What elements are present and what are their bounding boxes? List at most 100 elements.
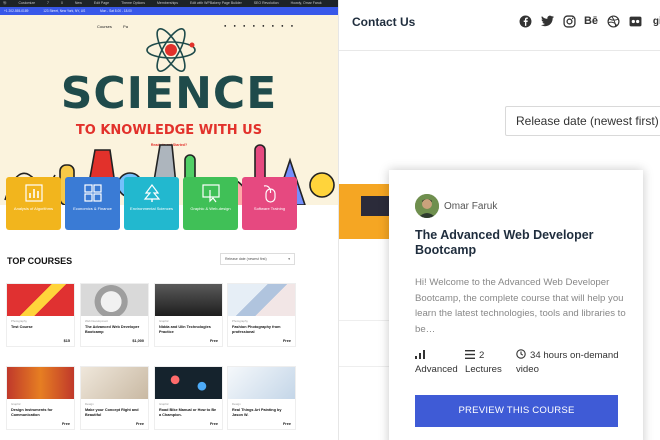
grid-icon bbox=[83, 184, 102, 202]
instagram-icon[interactable] bbox=[562, 14, 576, 28]
course-card[interactable]: Web Development The Advanced Web Develop… bbox=[80, 283, 149, 347]
nav-courses[interactable]: Courses bbox=[97, 24, 112, 29]
duration-text-2: video bbox=[516, 364, 539, 375]
course-thumbnail bbox=[155, 367, 222, 399]
category-label: Graphic & Web-design bbox=[190, 206, 231, 211]
course-card[interactable]: Graphic Design Instruments for Communica… bbox=[6, 366, 75, 430]
contact-us-link[interactable]: Contact Us bbox=[352, 15, 415, 29]
wp-logo-icon[interactable]: Ⓦ bbox=[3, 1, 7, 5]
sort-select[interactable]: Release date (newest first) bbox=[505, 106, 660, 136]
category-environmental[interactable]: Environmental Sciences bbox=[124, 177, 179, 230]
course-title[interactable]: Real Things Art Painting by Jason W. bbox=[232, 408, 291, 419]
author-photo bbox=[415, 194, 439, 218]
preview-course-button[interactable]: PREVIEW THIS COURSE bbox=[415, 395, 618, 427]
course-price: Free bbox=[282, 339, 291, 343]
course-category: Graphic bbox=[159, 402, 169, 406]
category-software[interactable]: Software Training bbox=[242, 177, 297, 230]
background-course-thumbnail bbox=[339, 184, 389, 239]
facebook-icon[interactable] bbox=[518, 14, 532, 28]
topbar-address: 123 Street, New York, NY, US bbox=[43, 9, 86, 13]
twitter-icon[interactable] bbox=[540, 14, 554, 28]
wpbar-comments[interactable]: 0 bbox=[61, 1, 63, 5]
course-category: Graphic bbox=[159, 319, 169, 323]
course-title[interactable]: The Advanced Web Developer Bootcamp bbox=[85, 325, 144, 336]
clock-icon bbox=[516, 349, 526, 359]
course-category: Photography bbox=[11, 319, 27, 323]
level-label: Advanced bbox=[415, 364, 458, 375]
course-category: Design bbox=[232, 402, 241, 406]
wpbar-memberships[interactable]: Memberships bbox=[157, 1, 178, 5]
course-card[interactable]: Graphic Road Bike Manual or How to Be a … bbox=[154, 366, 223, 430]
category-analysis[interactable]: Analysis of Algorithms bbox=[6, 177, 61, 230]
github-icon[interactable]: git bbox=[650, 14, 660, 28]
topbar-phone[interactable]: +1 202-555-0189 bbox=[4, 9, 28, 13]
cursor-icon bbox=[201, 184, 220, 203]
nav-pages[interactable]: Pa bbox=[123, 24, 128, 29]
tree-icon bbox=[143, 184, 160, 202]
course-price: Free bbox=[209, 339, 218, 343]
nav-social-icons[interactable]: ● ● ● ● ● ● ● ● bbox=[224, 23, 296, 28]
category-economics[interactable]: Economics & Finance bbox=[65, 177, 120, 230]
course-title[interactable]: Design Instruments for Communication bbox=[11, 408, 70, 419]
screen: Ⓦ Customize 7 0 New Edit Page Theme Opti… bbox=[0, 0, 660, 440]
wpbar-howdy[interactable]: Howdy, Omar Faruk bbox=[291, 1, 322, 5]
wpbar-theme-options[interactable]: Theme Options bbox=[121, 1, 145, 5]
course-thumbnail bbox=[81, 284, 148, 316]
course-card[interactable]: Design Real Things Art Painting by Jason… bbox=[227, 366, 296, 430]
course-duration: 34 hours on-demand video bbox=[516, 349, 619, 377]
wpbar-edit-page[interactable]: Edit Page bbox=[94, 1, 109, 5]
course-title[interactable]: The Advanced Web Developer Bootcamp bbox=[415, 228, 625, 258]
course-card[interactable]: Design Make your Concept Right and Beaut… bbox=[80, 366, 149, 430]
course-price: Free bbox=[282, 422, 291, 426]
course-preview-popup: Omar Faruk The Advanced Web Developer Bo… bbox=[389, 170, 643, 440]
course-title[interactable]: Fashion Photography from professional bbox=[232, 325, 291, 336]
background-divider bbox=[339, 366, 389, 367]
mouse-icon bbox=[263, 185, 276, 203]
course-level: Advanced bbox=[415, 349, 458, 377]
sort-value: Release date (newest first) bbox=[225, 257, 267, 261]
course-thumbnail bbox=[155, 284, 222, 316]
course-category: Design bbox=[85, 402, 94, 406]
course-thumbnail bbox=[228, 367, 295, 399]
course-card[interactable]: Graphic Nidda and Ulin Technologies Prac… bbox=[154, 283, 223, 347]
author-name[interactable]: Omar Faruk bbox=[444, 201, 497, 212]
course-card[interactable]: Photography Test Course $15 bbox=[6, 283, 75, 347]
header-divider bbox=[339, 50, 660, 51]
course-title[interactable]: Nidda and Ulin Technologies Practice bbox=[159, 325, 218, 336]
duration-text: 34 hours on-demand bbox=[530, 350, 619, 361]
course-category: Photography bbox=[232, 319, 248, 323]
course-card[interactable]: Photography Fashion Photography from pro… bbox=[227, 283, 296, 347]
wpbar-customize[interactable]: Customize bbox=[18, 1, 35, 5]
course-price: Free bbox=[209, 422, 218, 426]
hero-title: SCIENCE bbox=[60, 68, 278, 119]
course-category: Web Development bbox=[85, 319, 108, 323]
course-price: $1,000 bbox=[132, 339, 144, 343]
wpbar-wpbakery[interactable]: Edit with WPBakery Page Builder bbox=[190, 1, 242, 5]
category-graphic-web[interactable]: Graphic & Web-design bbox=[183, 177, 238, 230]
wpbar-updates[interactable]: 7 bbox=[47, 1, 49, 5]
dribbble-icon[interactable] bbox=[606, 14, 620, 28]
category-label: Environmental Sciences bbox=[130, 206, 173, 211]
site-preview: Ⓦ Customize 7 0 New Edit Page Theme Opti… bbox=[0, 0, 338, 440]
course-price: $15 bbox=[63, 339, 70, 343]
wpbar-seo[interactable]: SEO Revolution bbox=[254, 1, 279, 5]
course-lectures: 2 Lectures bbox=[465, 349, 502, 377]
course-title[interactable]: Make your Concept Right and Beautiful bbox=[85, 408, 144, 419]
sort-select-small[interactable]: Release date (newest first) ▾ bbox=[220, 253, 295, 265]
course-thumbnail bbox=[228, 284, 295, 316]
hero-subtitle: TO KNOWLEDGE WITH US bbox=[75, 123, 263, 138]
category-label: Analysis of Algorithms bbox=[13, 206, 54, 211]
thumbnail-screen bbox=[361, 196, 389, 216]
chevron-down-icon: ▾ bbox=[288, 257, 290, 261]
course-thumbnail bbox=[7, 367, 74, 399]
behance-icon[interactable]: Bē bbox=[584, 14, 598, 28]
sort-select-value: Release date (newest first) bbox=[516, 114, 659, 128]
avatar[interactable] bbox=[415, 194, 439, 218]
wpbar-new[interactable]: New bbox=[75, 1, 82, 5]
topbar-hours: Mon - Sat 8.00 - 18.00 bbox=[100, 9, 132, 13]
course-title[interactable]: Test Course bbox=[11, 325, 70, 336]
flickr-icon[interactable] bbox=[628, 14, 642, 28]
category-tiles: Analysis of Algorithms Economics & Finan… bbox=[6, 177, 338, 231]
course-title[interactable]: Road Bike Manual or How to Be a Champion… bbox=[159, 408, 218, 419]
course-price: Free bbox=[135, 422, 144, 426]
